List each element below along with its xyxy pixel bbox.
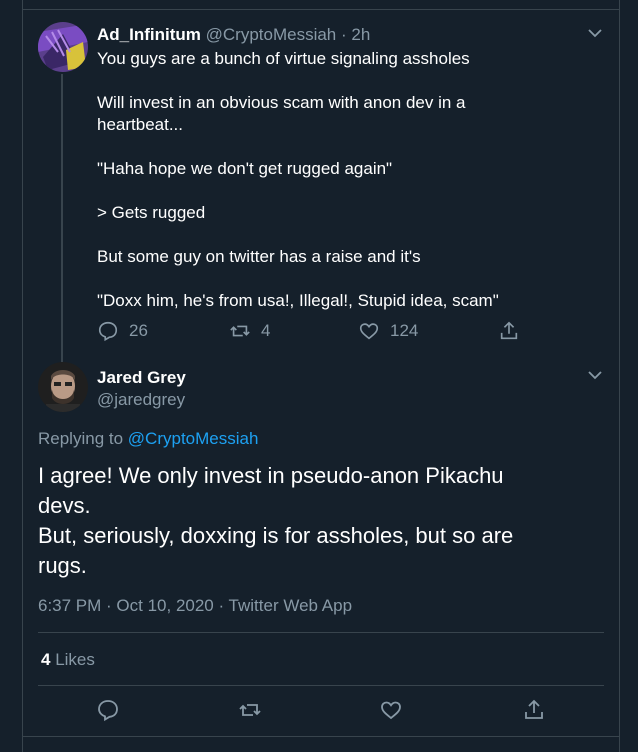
replying-to: Replying to @CryptoMessiah: [38, 428, 258, 450]
retweet-icon: [230, 325, 250, 337]
chevron-down-icon[interactable]: [586, 24, 604, 42]
tweet-timestamp[interactable]: 6:37 PM · Oct 10, 2020 · Twitter Web App: [38, 595, 352, 617]
retweet-count: 4: [261, 321, 271, 340]
tweet-text-line: You guys are a bunch of virtue signaling…: [97, 49, 470, 68]
likes-label: Likes: [55, 650, 95, 669]
tweet-text-line: Will invest in an obvious scam with anon…: [97, 93, 466, 112]
display-name[interactable]: Jared Grey: [97, 367, 186, 389]
retweet-icon[interactable]: [238, 698, 262, 722]
divider: [38, 632, 604, 633]
timestamp[interactable]: · 2h: [341, 25, 370, 44]
retweet-button[interactable]: 4: [229, 320, 270, 342]
divider: [22, 9, 619, 10]
handle[interactable]: @CryptoMessiah: [206, 25, 337, 44]
like-count: 124: [390, 321, 419, 340]
tweet-text-line: rugs.: [38, 553, 87, 578]
divider: [22, 736, 619, 737]
handle[interactable]: @jaredgrey: [97, 389, 185, 411]
thread-connector-line: [61, 74, 63, 362]
divider: [38, 685, 604, 686]
tweet-text-line: devs.: [38, 493, 91, 518]
heart-icon[interactable]: [379, 698, 403, 722]
reply-icon: [98, 321, 118, 342]
avatar-image: [38, 362, 88, 412]
tweet-text-line: "Doxx him, he's from usa!, Illegal!, Stu…: [97, 291, 499, 310]
reply-icon[interactable]: [96, 698, 120, 722]
avatar[interactable]: [38, 362, 88, 412]
share-icon[interactable]: [522, 698, 546, 722]
replying-to-handle-link[interactable]: @CryptoMessiah: [128, 429, 259, 448]
share-button[interactable]: [498, 320, 530, 342]
tweet-text-line: But, seriously, doxxing is for assholes,…: [38, 523, 514, 548]
reply-count: 26: [129, 321, 148, 340]
tweet-text-line: I agree! We only invest in pseudo-anon P…: [38, 463, 504, 488]
likes-stat[interactable]: 4 Likes: [41, 649, 95, 671]
replying-to-label: Replying to: [38, 429, 124, 448]
likes-count: 4: [41, 650, 51, 669]
reply-button[interactable]: 26: [97, 320, 148, 342]
tweet-text-line: But some guy on twitter has a raise and …: [97, 247, 421, 266]
avatar-image: [38, 22, 88, 72]
display-name[interactable]: Ad_Infinitum: [97, 25, 201, 44]
avatar[interactable]: [38, 22, 88, 72]
chevron-down-icon[interactable]: [586, 366, 604, 384]
share-icon: [500, 321, 518, 340]
heart-icon: [359, 323, 379, 340]
tweet-text-line: heartbeat...: [97, 115, 184, 134]
tweet-text-line: > Gets rugged: [97, 203, 206, 222]
like-button[interactable]: 124: [358, 320, 418, 342]
tweet-header: Ad_Infinitum @CryptoMessiah · 2h: [97, 24, 370, 46]
tweet-text-line: "Haha hope we don't get rugged again": [97, 159, 393, 178]
